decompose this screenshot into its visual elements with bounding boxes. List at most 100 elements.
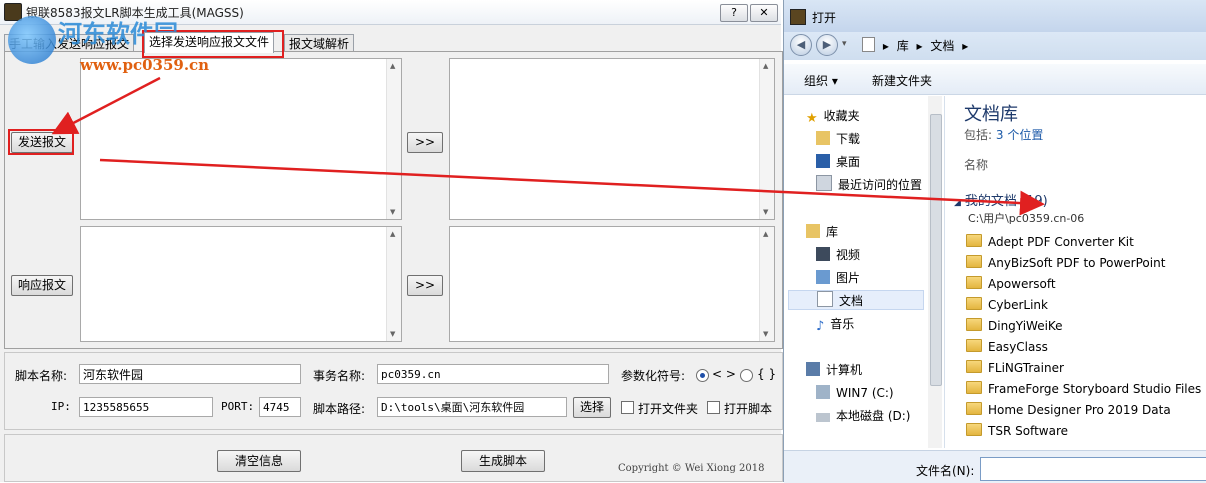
star-icon: ★ [806, 111, 818, 126]
send-request-textarea[interactable]: ▲ ▼ [80, 58, 402, 220]
copyright-text: Copyright © Wei Xiong 2018 [618, 463, 765, 474]
file-list-item[interactable]: Home Designer Pro 2019 Data [966, 401, 1171, 419]
open-folder-label: 打开文件夹 [638, 402, 699, 416]
response-textarea[interactable]: ▲ ▼ [80, 226, 402, 342]
dialog-title: 打开 [812, 11, 837, 25]
help-button[interactable]: ? [720, 4, 748, 22]
transaction-name-label: 事务名称: [313, 369, 366, 383]
transaction-name-input[interactable]: pc0359.cn [377, 364, 609, 384]
music-icon: ♪ [816, 319, 825, 334]
generate-script-button[interactable]: 生成脚本 [461, 450, 545, 472]
clear-info-button[interactable]: 清空信息 [217, 450, 301, 472]
nav-recent[interactable]: 最近访问的位置 [816, 175, 922, 195]
nav-downloads[interactable]: 下载 [816, 129, 860, 149]
video-icon [816, 247, 830, 261]
new-folder-button[interactable]: 新建文件夹 [872, 72, 932, 89]
file-list-item[interactable]: Adept PDF Converter Kit [966, 233, 1134, 251]
nav-libraries[interactable]: 库 [806, 222, 838, 242]
column-header-name[interactable]: 名称 [964, 156, 988, 173]
file-list-item[interactable]: FrameForge Storyboard Studio Files [966, 380, 1201, 398]
folder-icon [966, 339, 982, 352]
convert-send-button[interactable]: >> [407, 132, 443, 153]
desktop-icon [816, 154, 830, 168]
open-script-label: 打开脚本 [724, 402, 773, 416]
scrollbar[interactable]: ▲ ▼ [759, 59, 774, 219]
back-icon[interactable]: ◀ [790, 34, 812, 56]
filename-input[interactable] [980, 457, 1206, 481]
folder-icon [966, 276, 982, 289]
open-script-checkbox[interactable] [707, 401, 720, 414]
file-list-item[interactable]: CyberLink [966, 296, 1048, 314]
dialog-command-bar: 组织 ▾ 新建文件夹 [784, 64, 1206, 95]
response-output-textarea[interactable]: ▲ ▼ [449, 226, 775, 342]
dialog-titlebar: 打开 [784, 0, 1206, 32]
file-name: EasyClass [988, 340, 1048, 354]
script-name-input[interactable]: 河东软件园 [79, 364, 301, 384]
nav-favorites[interactable]: ★ 收藏夹 [806, 106, 860, 126]
param-symbol-angle-label: < > [712, 367, 736, 381]
breadcrumb-documents[interactable]: 文档 [930, 39, 954, 53]
group-header[interactable]: ◢ 我的文档 (19) [954, 190, 1048, 209]
collapse-icon: ◢ [954, 198, 961, 208]
param-symbol-brace-radio[interactable] [740, 369, 753, 382]
script-settings-panel: 脚本名称: 河东软件园 事务名称: pc0359.cn 参数化符号: < > {… [4, 352, 783, 430]
convert-response-button[interactable]: >> [407, 275, 443, 296]
nav-drive-c[interactable]: WIN7 (C:) [816, 383, 894, 403]
breadcrumb: ▸ 库 ▸ 文档 ▸ [862, 37, 972, 54]
close-button[interactable]: ✕ [750, 4, 778, 22]
nav-documents[interactable]: 文档 [788, 290, 924, 310]
script-name-label: 脚本名称: [15, 369, 68, 383]
folder-icon [966, 297, 982, 310]
response-message-button[interactable]: 响应报文 [11, 275, 73, 296]
script-path-input[interactable]: D:\tools\桌面\河东软件园 [377, 397, 567, 417]
computer-icon [806, 362, 820, 376]
action-panel: 清空信息 生成脚本 [4, 434, 783, 482]
nav-music[interactable]: ♪ 音乐 [816, 314, 854, 334]
scrollbar[interactable]: ▲ ▼ [759, 227, 774, 341]
library-locations-link[interactable]: 3 个位置 [996, 128, 1043, 142]
param-symbol-label: 参数化符号: [621, 369, 686, 383]
nav-desktop[interactable]: 桌面 [816, 152, 860, 172]
app-title: 银联8583报文LR脚本生成工具(MAGSS) [26, 6, 244, 20]
app-window: 银联8583报文LR脚本生成工具(MAGSS) ? ✕ 手工输入发送响应报文 选… [0, 0, 783, 482]
file-list-item[interactable]: EasyClass [966, 338, 1048, 356]
file-list-item[interactable]: TSR Software [966, 422, 1068, 440]
file-name: Adept PDF Converter Kit [988, 235, 1134, 249]
send-output-textarea[interactable]: ▲ ▼ [449, 58, 775, 220]
scrollbar[interactable]: ▲ ▼ [386, 59, 401, 219]
file-name: DingYiWeiKe [988, 319, 1063, 333]
browse-button[interactable]: 选择 [573, 397, 611, 418]
nav-computer[interactable]: 计算机 [806, 360, 862, 380]
tab-select-file[interactable]: 选择发送响应报文文件 [144, 32, 275, 53]
port-input[interactable]: 4745 [259, 397, 301, 417]
file-list-item[interactable]: Apowersoft [966, 275, 1056, 293]
recent-places-icon [816, 175, 832, 191]
file-list-item[interactable]: FLiNGTrainer [966, 359, 1064, 377]
folder-icon [966, 381, 982, 394]
dialog-app-icon [790, 9, 806, 25]
file-list-item[interactable]: DingYiWeiKe [966, 317, 1063, 335]
breadcrumb-separator-icon: ▸ [882, 39, 889, 53]
file-name: Home Designer Pro 2019 Data [988, 403, 1171, 417]
dialog-address-bar: ◀ ▶ ▾ ▸ 库 ▸ 文档 ▸ [784, 32, 1206, 60]
nav-videos[interactable]: 视频 [816, 245, 860, 265]
folder-icon [966, 255, 982, 268]
param-symbol-brace-label: { } [757, 367, 777, 381]
nav-drive-d[interactable]: 本地磁盘 (D:) [816, 406, 910, 426]
file-list-item[interactable]: AnyBizSoft PDF to PowerPoint [966, 254, 1165, 272]
folder-icon [966, 360, 982, 373]
open-folder-checkbox[interactable] [621, 401, 634, 414]
folder-icon [966, 423, 982, 436]
windows-drive-icon [816, 385, 830, 399]
ip-input[interactable]: 1235585655 [79, 397, 213, 417]
forward-icon[interactable]: ▶ [816, 34, 838, 56]
scrollbar[interactable]: ▲ ▼ [386, 227, 401, 341]
navigation-scrollbar[interactable] [928, 96, 942, 448]
file-name: CyberLink [988, 298, 1048, 312]
scrollbar-thumb[interactable] [930, 114, 942, 386]
breadcrumb-libraries[interactable]: 库 [897, 39, 909, 53]
nav-pictures[interactable]: 图片 [816, 268, 860, 288]
param-symbol-angle-radio[interactable] [696, 369, 709, 382]
history-dropdown-icon[interactable]: ▾ [842, 39, 847, 49]
organize-menu[interactable]: 组织 ▾ [804, 72, 838, 89]
